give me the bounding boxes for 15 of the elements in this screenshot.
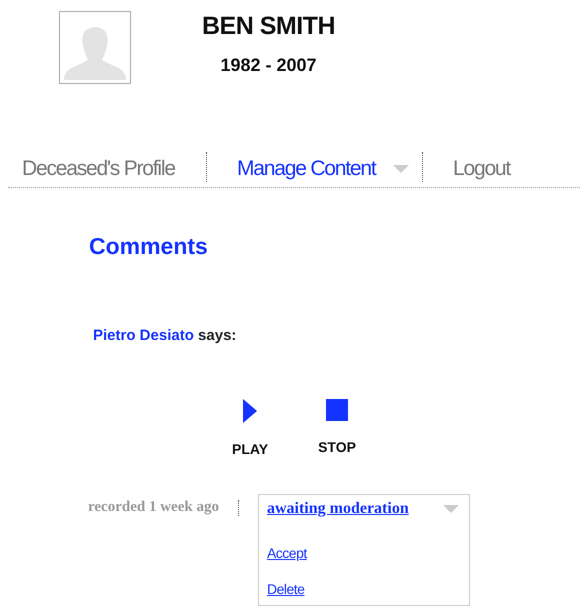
nav-tab[interactable]: Deceased's Profile [22,158,175,179]
life-years: 1982 - 2007 [220,56,317,74]
menu-option[interactable]: Delete [266,579,304,600]
comment-author-line: Pietro Desiato says: [93,328,238,343]
section-title: Comments [89,235,209,258]
author-link[interactable]: Pietro Desiato [93,327,194,344]
person-name: BEN SMITH [202,14,335,39]
menu-option[interactable]: Accept [266,543,307,564]
play-button[interactable]: PLAY [232,399,268,460]
nav-tab[interactable]: Manage Content [237,158,376,179]
moderation-status[interactable]: awaiting moderation [266,497,409,521]
recorded-time: recorded 1 week ago [88,498,219,517]
moderation-dropdown[interactable]: awaiting moderation Accept Delete [258,494,470,606]
nav-tab[interactable]: Logout [453,158,510,179]
stop-button[interactable]: STOP [318,399,356,460]
